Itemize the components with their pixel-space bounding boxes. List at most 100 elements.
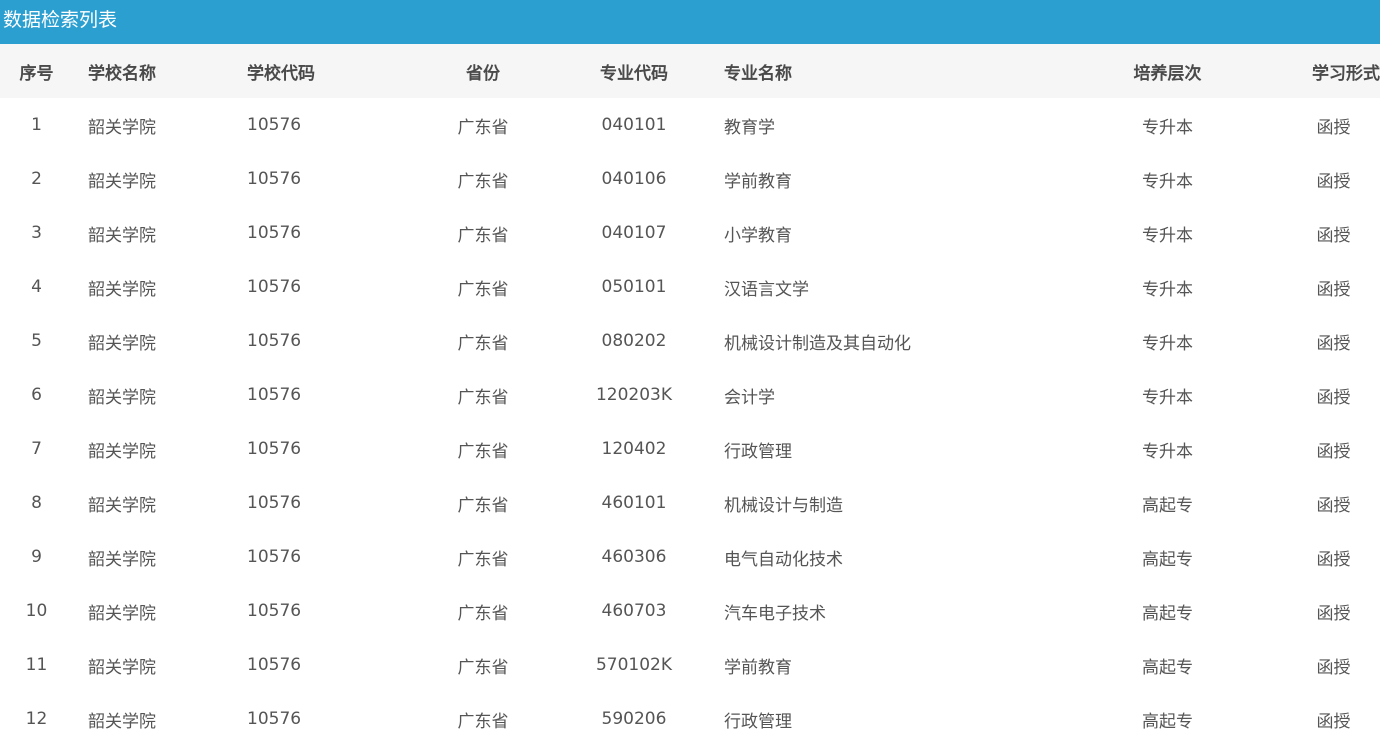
header-row: 序号 学校名称 学校代码 省份 专业代码 专业名称 培养层次 学习形式 [0, 44, 1380, 98]
cell-province: 广东省 [457, 279, 509, 300]
cell-study-form: 函授 [1316, 711, 1351, 732]
cell-index: 10 [25, 601, 48, 621]
cell-level: 专升本 [1142, 225, 1193, 246]
header-province: 省份 [466, 63, 500, 84]
cell-school-name: 韶关学院 [88, 495, 156, 516]
cell-level: 专升本 [1142, 333, 1193, 354]
cell-study-form: 函授 [1316, 387, 1351, 408]
cell-study-form: 函授 [1316, 495, 1351, 516]
cell-province: 广东省 [457, 171, 509, 192]
cell-school-code: 10576 [247, 331, 302, 351]
header-study-form: 学习形式 [1312, 63, 1380, 84]
cell-school-code: 10576 [247, 439, 302, 459]
cell-major-name: 行政管理 [724, 711, 792, 732]
cell-study-form: 函授 [1316, 279, 1351, 300]
table-body: 1 韶关学院 10576 广东省 040101 教育学 专升本 函授 2 韶关学院 10576 广东省… [0, 98, 1380, 746]
cell-school-code: 10576 [247, 223, 302, 243]
cell-index: 12 [25, 709, 48, 729]
cell-school-name: 韶关学院 [88, 171, 156, 192]
cell-study-form: 函授 [1316, 171, 1351, 192]
cell-major-name: 汽车电子技术 [724, 603, 826, 624]
header-major-code: 专业代码 [600, 63, 668, 84]
cell-index: 4 [31, 277, 42, 297]
cell-school-code: 10576 [247, 493, 302, 513]
cell-level: 高起专 [1142, 549, 1193, 570]
cell-major-code: 040107 [601, 223, 667, 243]
cell-study-form: 函授 [1316, 225, 1351, 246]
cell-school-name: 韶关学院 [88, 225, 156, 246]
cell-school-code: 10576 [247, 601, 302, 621]
cell-school-code: 10576 [247, 115, 302, 135]
cell-school-code: 10576 [247, 547, 302, 567]
cell-major-name: 小学教育 [724, 225, 792, 246]
cell-major-code: 460306 [601, 547, 667, 567]
cell-province: 广东省 [457, 333, 509, 354]
cell-study-form: 函授 [1316, 441, 1351, 462]
table-row: 7 韶关学院 10576 广东省 120402 行政管理 专升本 函授 [0, 422, 1380, 476]
cell-major-code: 120203K [595, 385, 673, 405]
cell-province: 广东省 [457, 225, 509, 246]
cell-province: 广东省 [457, 603, 509, 624]
table-row: 11 韶关学院 10576 广东省 570102K 学前教育 高起专 函授 [0, 638, 1380, 692]
cell-level: 专升本 [1142, 279, 1193, 300]
page-title: 数据检索列表 [0, 0, 1380, 44]
cell-index: 8 [31, 493, 42, 513]
cell-level: 专升本 [1142, 171, 1193, 192]
cell-school-code: 10576 [247, 169, 302, 189]
cell-major-code: 570102K [595, 655, 673, 675]
cell-province: 广东省 [457, 711, 509, 732]
cell-school-code: 10576 [247, 385, 302, 405]
cell-major-name: 机械设计与制造 [724, 495, 843, 516]
table-row: 10 韶关学院 10576 广东省 460703 汽车电子技术 高起专 函授 [0, 584, 1380, 638]
header-major-name: 专业名称 [724, 63, 792, 84]
cell-major-name: 教育学 [724, 117, 775, 138]
table-row: 4 韶关学院 10576 广东省 050101 汉语言文学 专升本 函授 [0, 260, 1380, 314]
cell-major-code: 590206 [601, 709, 667, 729]
cell-major-code: 050101 [601, 277, 667, 297]
cell-index: 5 [31, 331, 42, 351]
cell-level: 高起专 [1142, 495, 1193, 516]
cell-level: 高起专 [1142, 711, 1193, 732]
cell-province: 广东省 [457, 387, 509, 408]
cell-province: 广东省 [457, 657, 509, 678]
cell-index: 2 [31, 169, 42, 189]
cell-index: 1 [31, 115, 42, 135]
cell-province: 广东省 [457, 117, 509, 138]
cell-major-code: 460703 [601, 601, 667, 621]
cell-study-form: 函授 [1316, 549, 1351, 570]
cell-major-name: 学前教育 [724, 657, 792, 678]
cell-school-name: 韶关学院 [88, 387, 156, 408]
cell-school-name: 韶关学院 [88, 711, 156, 732]
cell-major-code: 460101 [601, 493, 667, 513]
cell-major-name: 机械设计制造及其自动化 [724, 333, 911, 354]
cell-level: 专升本 [1142, 387, 1193, 408]
cell-school-name: 韶关学院 [88, 657, 156, 678]
cell-level: 专升本 [1142, 117, 1193, 138]
cell-index: 7 [31, 439, 42, 459]
cell-index: 9 [31, 547, 42, 567]
table-row: 1 韶关学院 10576 广东省 040101 教育学 专升本 函授 [0, 98, 1380, 152]
results-table: 序号 学校名称 学校代码 省份 专业代码 专业名称 培养层次 学习形式 1 韶关学… [0, 44, 1380, 746]
cell-level: 高起专 [1142, 657, 1193, 678]
cell-province: 广东省 [457, 549, 509, 570]
table-row: 12 韶关学院 10576 广东省 590206 行政管理 高起专 函授 [0, 692, 1380, 746]
table-header: 序号 学校名称 学校代码 省份 专业代码 专业名称 培养层次 学习形式 [0, 44, 1380, 98]
cell-school-name: 韶关学院 [88, 333, 156, 354]
cell-major-name: 会计学 [724, 387, 775, 408]
cell-school-name: 韶关学院 [88, 603, 156, 624]
header-school-code: 学校代码 [247, 63, 315, 84]
table-row: 9 韶关学院 10576 广东省 460306 电气自动化技术 高起专 函授 [0, 530, 1380, 584]
cell-major-code: 080202 [601, 331, 667, 351]
cell-index: 3 [31, 223, 42, 243]
cell-school-name: 韶关学院 [88, 117, 156, 138]
cell-major-name: 汉语言文学 [724, 279, 809, 300]
cell-province: 广东省 [457, 441, 509, 462]
cell-level: 高起专 [1142, 603, 1193, 624]
cell-study-form: 函授 [1316, 117, 1351, 138]
header-index: 序号 [19, 63, 54, 84]
cell-study-form: 函授 [1316, 333, 1351, 354]
cell-major-code: 040101 [601, 115, 667, 135]
table-row: 8 韶关学院 10576 广东省 460101 机械设计与制造 高起专 函授 [0, 476, 1380, 530]
cell-study-form: 函授 [1316, 657, 1351, 678]
cell-major-name: 行政管理 [724, 441, 792, 462]
